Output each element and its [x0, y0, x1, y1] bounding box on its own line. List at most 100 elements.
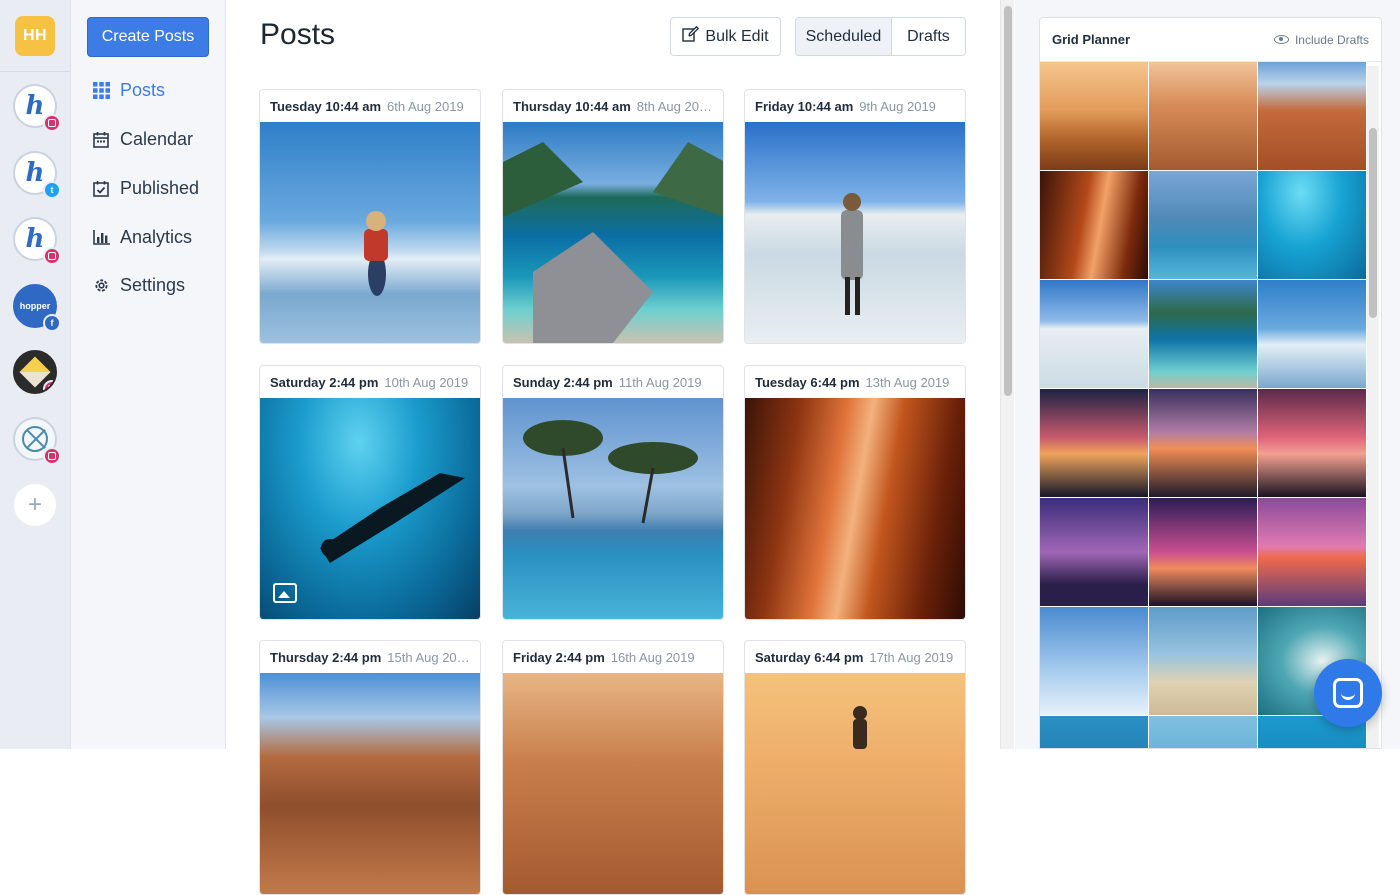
posts-main: Posts Bulk Edit Scheduled Drafts Tuesday…: [227, 0, 999, 895]
account-cube-instagram[interactable]: [13, 350, 57, 394]
tab-scheduled[interactable]: Scheduled: [796, 18, 892, 55]
account-hopper-instagram-2[interactable]: h: [13, 217, 61, 265]
instagram-badge-icon: [43, 380, 55, 392]
grid-tile-petra-treasury[interactable]: [1149, 62, 1257, 170]
post-date: 11th Aug 2019: [618, 374, 702, 390]
hopper-wordmark: hopper: [19, 301, 51, 311]
post-date: 8th Aug 20…: [636, 98, 712, 114]
post-card-header: Tuesday 6:44 pm 13th Aug 2019: [745, 366, 965, 398]
grid-planner-title: Grid Planner: [1052, 32, 1131, 47]
post-card-header: Thursday 2:44 pm 15th Aug 20…: [260, 641, 480, 673]
include-drafts-label: Include Drafts: [1294, 32, 1369, 47]
post-image-lagoon-cliffs[interactable]: [503, 122, 723, 343]
grid-tile-palm-trees-sky[interactable]: [1040, 607, 1148, 715]
post-time: Thursday 2:44 pm: [270, 649, 382, 665]
post-card[interactable]: Thursday 10:44 am 8th Aug 20…: [502, 89, 724, 344]
grid-tile-ocean-blue-1[interactable]: [1040, 716, 1148, 748]
post-time: Tuesday 6:44 pm: [755, 374, 860, 390]
page-title: Posts: [260, 18, 336, 51]
nav-item-analytics[interactable]: Analytics: [92, 222, 192, 252]
sidebar-nav: Create Posts Posts Calendar Published An…: [71, 0, 226, 749]
grid-tile-antelope-canyon[interactable]: [1040, 171, 1148, 279]
planner-scrollbar-thumb[interactable]: [1369, 128, 1377, 318]
create-posts-button[interactable]: Create Posts: [87, 17, 209, 57]
account-hopper-twitter[interactable]: h t: [13, 151, 61, 199]
nav-item-published[interactable]: Published: [92, 173, 199, 203]
eye-icon: [1273, 35, 1289, 44]
grid-tile-desert-sunset-people[interactable]: [1040, 62, 1148, 170]
grid-tile-red-rock-hiker[interactable]: [1258, 62, 1366, 170]
post-image-petra-treasury[interactable]: [503, 673, 723, 894]
multiple-images-icon: [273, 583, 297, 603]
grid-tile-beach-chairs[interactable]: [1149, 607, 1257, 715]
post-card[interactable]: Sunday 2:44 pm 11th Aug 2019: [502, 365, 724, 620]
instagram-badge-icon: [43, 114, 61, 132]
grid-tile-pink-sunset-sea[interactable]: [1258, 498, 1366, 606]
chat-launcher-button[interactable]: [1314, 659, 1382, 727]
tab-drafts[interactable]: Drafts: [891, 18, 965, 55]
post-card-header: Saturday 2:44 pm 10th Aug 2019: [260, 366, 480, 398]
post-card[interactable]: Friday 10:44 am 9th Aug 2019: [744, 89, 966, 344]
compass-logo-icon: [22, 426, 48, 452]
post-image-infinity-pool[interactable]: [503, 398, 723, 619]
post-card-header: Saturday 6:44 pm 17th Aug 2019: [745, 641, 965, 673]
post-time: Tuesday 10:44 am: [270, 98, 382, 114]
nav-item-settings[interactable]: Settings: [92, 270, 185, 300]
chat-icon: [1333, 678, 1363, 708]
user-avatar[interactable]: HH: [15, 16, 55, 56]
post-date: 6th Aug 2019: [387, 98, 464, 114]
post-image-sunset-person[interactable]: [745, 673, 965, 894]
account-hopper-facebook[interactable]: hopper f: [13, 284, 61, 332]
nav-item-label: Settings: [120, 274, 186, 295]
post-card[interactable]: Saturday 6:44 pm 17th Aug 2019: [744, 640, 966, 895]
grid-tile-sunset-rocks[interactable]: [1149, 389, 1257, 497]
grid-tile-ocean-blue-2[interactable]: [1149, 716, 1257, 748]
post-image-child-on-beach[interactable]: [260, 122, 480, 343]
grid-tile-city-skyline-dusk[interactable]: [1040, 498, 1148, 606]
post-card-header: Thursday 10:44 am 8th Aug 20…: [503, 90, 723, 122]
post-card[interactable]: Saturday 2:44 pm 10th Aug 2019: [259, 365, 481, 620]
add-account-button[interactable]: +: [14, 484, 56, 526]
grid-icon: [92, 81, 110, 99]
post-image-scuba-diver[interactable]: [260, 398, 480, 619]
planner-scrollbar[interactable]: [1367, 66, 1379, 748]
nav-item-posts[interactable]: Posts: [92, 75, 165, 105]
hopper-logo-icon: h: [25, 158, 45, 188]
grid-tile-sunset-trees[interactable]: [1040, 389, 1148, 497]
post-status-toggle: Scheduled Drafts: [795, 17, 966, 56]
gear-icon: [92, 276, 110, 294]
bulk-edit-button[interactable]: Bulk Edit: [670, 17, 781, 56]
grid-tile-woman-salt-flat[interactable]: [1040, 280, 1148, 388]
main-scrollbar[interactable]: [1000, 0, 1014, 749]
post-card[interactable]: Tuesday 10:44 am 6th Aug 2019: [259, 89, 481, 344]
main-scrollbar-thumb[interactable]: [1004, 6, 1012, 396]
nav-item-label: Analytics: [120, 226, 193, 247]
nav-item-calendar[interactable]: Calendar: [92, 124, 193, 154]
grid-tile-lagoon-cliffs[interactable]: [1149, 280, 1257, 388]
post-image-antelope-canyon[interactable]: [745, 398, 965, 619]
post-image-red-rock-desert[interactable]: [260, 673, 480, 894]
post-card[interactable]: Friday 2:44 pm 16th Aug 2019: [502, 640, 724, 895]
grid-tile-sunset-palms[interactable]: [1258, 389, 1366, 497]
grid-tile-sunset-tree[interactable]: [1149, 498, 1257, 606]
nav-item-label: Posts: [120, 79, 166, 100]
grid-tile-scuba-diver[interactable]: [1258, 171, 1366, 279]
edit-icon: [682, 25, 700, 47]
bulk-edit-label: Bulk Edit: [705, 27, 769, 45]
account-compass-instagram[interactable]: [13, 417, 61, 465]
post-card[interactable]: Tuesday 6:44 pm 13th Aug 2019: [744, 365, 966, 620]
post-image-woman-salt-flat[interactable]: [745, 122, 965, 343]
include-drafts-toggle[interactable]: Include Drafts: [1273, 32, 1369, 47]
facebook-badge-icon: f: [43, 314, 61, 332]
account-hopper-instagram[interactable]: h: [13, 84, 61, 132]
post-card[interactable]: Thursday 2:44 pm 15th Aug 20…: [259, 640, 481, 895]
nav-item-label: Calendar: [120, 128, 194, 149]
instagram-badge-icon: [43, 247, 61, 265]
nav-item-label: Published: [120, 177, 200, 198]
post-time: Friday 2:44 pm: [513, 649, 605, 665]
post-date: 15th Aug 20…: [387, 649, 470, 665]
grid-tile-child-on-beach[interactable]: [1258, 280, 1366, 388]
grid-tile-infinity-pool[interactable]: [1149, 171, 1257, 279]
grid-planner-tiles: [1040, 62, 1366, 748]
post-time: Saturday 6:44 pm: [755, 649, 864, 665]
